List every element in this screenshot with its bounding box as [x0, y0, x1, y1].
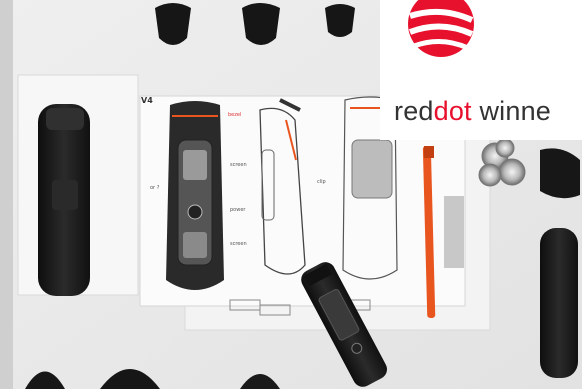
- reddot-logo-icon: [408, 0, 474, 57]
- sketch-version-label: V4: [141, 96, 153, 105]
- sketch-annotation-screen-lower: screen: [230, 241, 247, 247]
- sketch-annotation-bezel: bezel: [228, 112, 242, 118]
- sketch-annotation-power: power: [230, 207, 246, 213]
- sketch-annotation-or: or ?: [150, 185, 160, 191]
- reddot-wordmark: reddot winne: [394, 96, 552, 126]
- reddot-award-badge: reddot winne: [380, 0, 582, 140]
- photo-stage: V4 bezel screen power screen clip or ? r…: [0, 0, 582, 389]
- sketch-annotation-screen: screen: [230, 162, 247, 168]
- sketch-annotation-clip: clip: [317, 179, 326, 185]
- reddot-wordmark-winner: winne: [479, 96, 552, 126]
